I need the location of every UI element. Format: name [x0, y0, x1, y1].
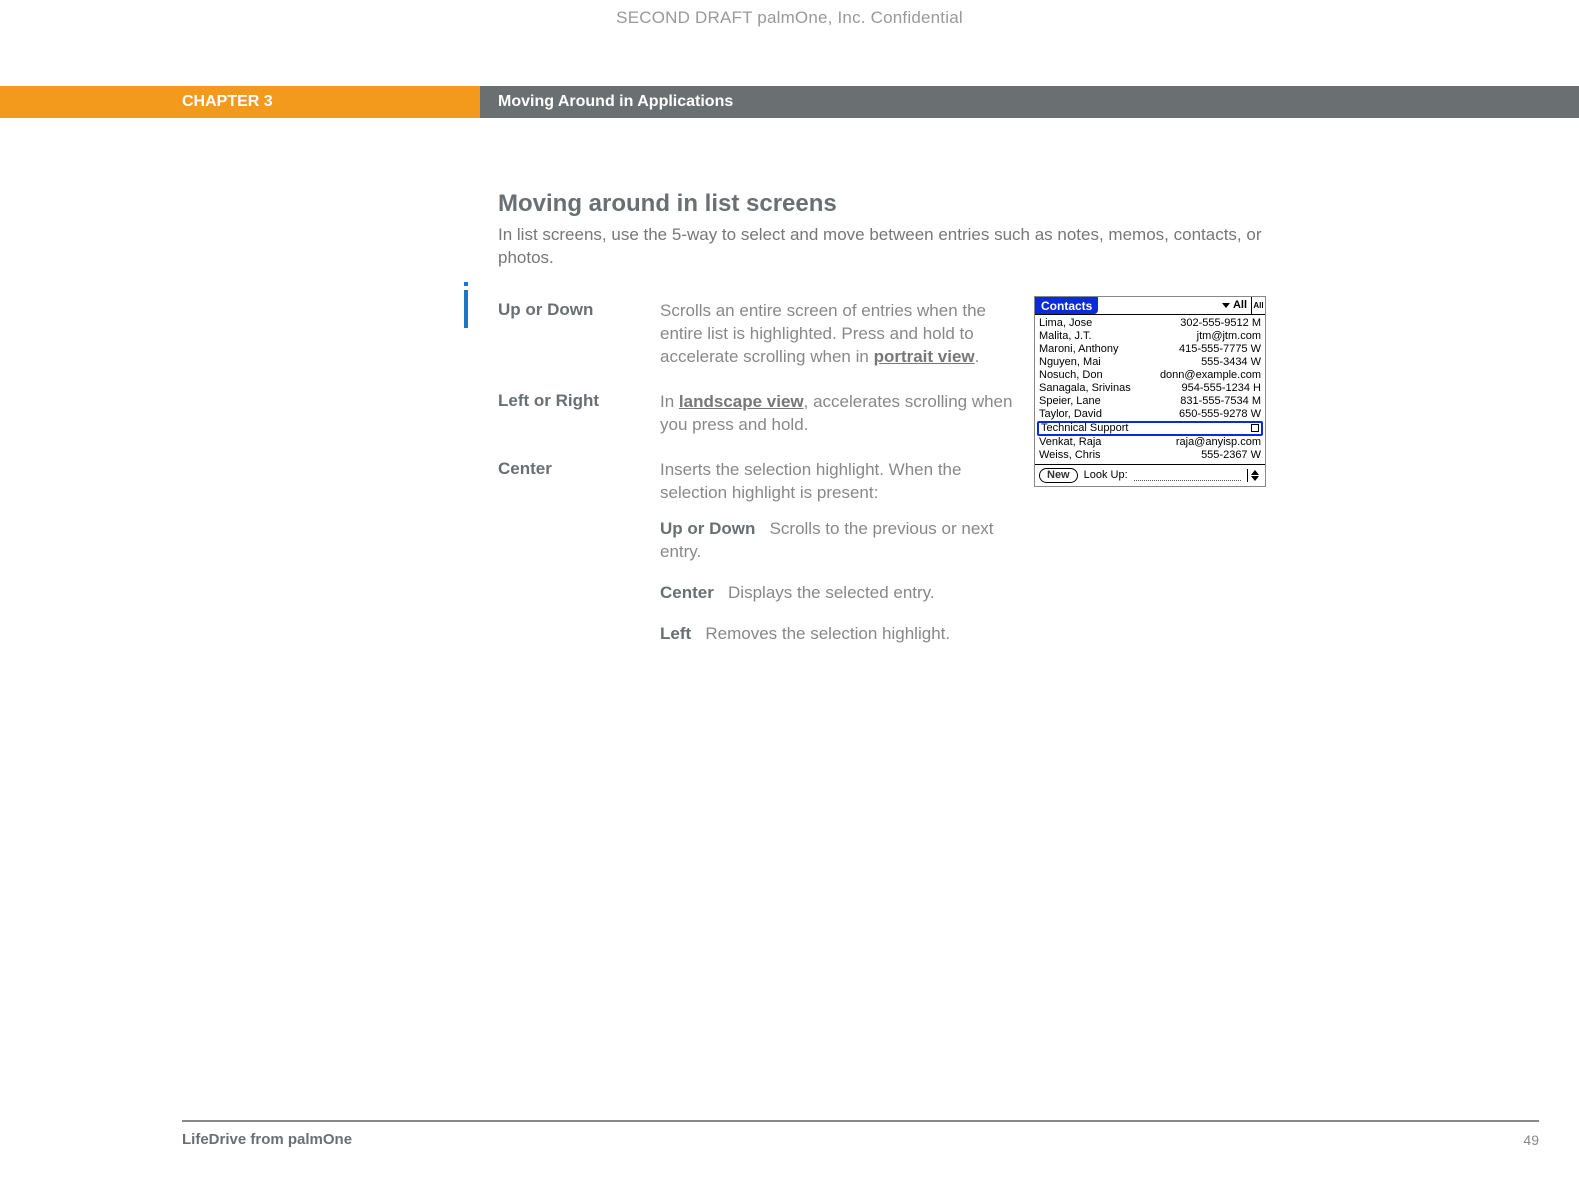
- contact-info: 650-555-9278 W: [1179, 409, 1261, 420]
- chapter-label: CHAPTER 3: [0, 86, 480, 118]
- sub-desc: Removes the selection highlight.: [705, 624, 950, 643]
- def-term: Left or Right: [498, 391, 660, 437]
- device-contact-row[interactable]: Technical Support: [1037, 421, 1263, 436]
- section-intro: In list screens, use the 5-way to select…: [498, 224, 1278, 270]
- def-text: In: [660, 392, 679, 411]
- chapter-bar: CHAPTER 3 Moving Around in Applications: [0, 86, 1579, 118]
- sub-item: Left Removes the selection highlight.: [660, 623, 1020, 646]
- sub-term: Left: [660, 624, 691, 643]
- device-contact-row[interactable]: Venkat, Raja raja@anyisp.com: [1039, 436, 1261, 449]
- footer-page-number: 49: [1523, 1132, 1539, 1148]
- contact-name: Maroni, Anthony: [1039, 344, 1119, 355]
- sub-item: Center Displays the selected entry.: [660, 582, 1020, 605]
- sub-term: Up or Down: [660, 519, 755, 538]
- device-contact-row[interactable]: Sanagala, Srivinas 954-555-1234 H: [1039, 382, 1261, 395]
- device-contact-row[interactable]: Malita, J.T. jtm@jtm.com: [1039, 330, 1261, 343]
- device-contact-row[interactable]: Nguyen, Mai 555-3434 W: [1039, 356, 1261, 369]
- contact-name: Malita, J.T.: [1039, 331, 1092, 342]
- margin-marker-icon: [464, 290, 468, 328]
- contact-name: Speier, Lane: [1039, 396, 1101, 407]
- device-contact-row[interactable]: Lima, Jose 302-555-9512 M: [1039, 317, 1261, 330]
- note-flag-icon: [1251, 424, 1259, 432]
- sort-down-icon: [1251, 476, 1259, 481]
- contact-info: donn@example.com: [1160, 370, 1261, 381]
- contact-name: Weiss, Chris: [1039, 450, 1101, 461]
- chapter-title: Moving Around in Applications: [480, 86, 1579, 118]
- contact-info: 954-555-1234 H: [1181, 383, 1261, 394]
- def-desc: In landscape view, accelerates scrolling…: [660, 391, 1020, 437]
- contacts-screenshot: Contacts All All Lima, Jose 302-555-9512 …: [1034, 296, 1266, 487]
- footer-rule: [182, 1120, 1539, 1122]
- contact-info: 302-555-9512 M: [1180, 318, 1261, 329]
- device-lookup-label: Look Up:: [1084, 470, 1128, 481]
- def-row: Center Inserts the selection highlight. …: [498, 459, 1278, 665]
- contact-name: Nguyen, Mai: [1039, 357, 1101, 368]
- device-contact-row[interactable]: Maroni, Anthony 415-555-7775 W: [1039, 343, 1261, 356]
- contact-name: Taylor, David: [1039, 409, 1102, 420]
- section-title: Moving around in list screens: [498, 190, 1278, 218]
- contact-info: [1249, 423, 1259, 434]
- dropdown-arrow-icon: [1222, 303, 1230, 308]
- device-contact-row[interactable]: Nosuch, Don donn@example.com: [1039, 369, 1261, 382]
- device-footer: New Look Up:: [1035, 464, 1265, 486]
- device-app-title: Contacts: [1035, 297, 1098, 314]
- def-text: .: [975, 347, 980, 366]
- contact-name: Nosuch, Don: [1039, 370, 1103, 381]
- contact-info: raja@anyisp.com: [1176, 437, 1261, 448]
- footer-product: LifeDrive from palmOne: [182, 1131, 352, 1148]
- device-category-picker[interactable]: All: [1218, 297, 1251, 314]
- contact-info: 831-555-7534 M: [1180, 396, 1261, 407]
- sub-term: Center: [660, 583, 714, 602]
- device-lookup-input[interactable]: [1134, 471, 1241, 481]
- contact-info: 415-555-7775 W: [1179, 344, 1261, 355]
- def-text: Inserts the selection highlight. When th…: [660, 460, 961, 502]
- contact-info: 555-3434 W: [1201, 357, 1261, 368]
- contact-info: jtm@jtm.com: [1197, 331, 1261, 342]
- landscape-view-link[interactable]: landscape view: [679, 392, 804, 411]
- def-desc: Inserts the selection highlight. When th…: [660, 459, 1020, 665]
- device-titlebar: Contacts All All: [1035, 297, 1265, 315]
- device-contact-row[interactable]: Speier, Lane 831-555-7534 M: [1039, 395, 1261, 408]
- contact-name: Technical Support: [1041, 423, 1128, 434]
- contact-name: Venkat, Raja: [1039, 437, 1101, 448]
- portrait-view-link[interactable]: portrait view: [874, 347, 975, 366]
- device-side-tab[interactable]: All: [1251, 297, 1265, 314]
- device-contact-list: Lima, Jose 302-555-9512 M Malita, J.T. jtm@…: [1035, 315, 1265, 464]
- sub-list: Up or Down Scrolls to the previous or ne…: [660, 518, 1020, 646]
- sort-up-icon: [1251, 470, 1259, 475]
- device-category-label: All: [1233, 300, 1247, 311]
- def-term: Center: [498, 459, 660, 665]
- sub-item: Up or Down Scrolls to the previous or ne…: [660, 518, 1020, 564]
- watermark-text: SECOND DRAFT palmOne, Inc. Confidential: [0, 8, 1579, 28]
- contact-name: Lima, Jose: [1039, 318, 1092, 329]
- def-desc: Scrolls an entire screen of entries when…: [660, 300, 1020, 369]
- contact-info: 555-2367 W: [1201, 450, 1261, 461]
- device-contact-row[interactable]: Weiss, Chris 555-2367 W: [1039, 449, 1261, 462]
- sub-desc: Displays the selected entry.: [728, 583, 935, 602]
- device-contact-row[interactable]: Taylor, David 650-555-9278 W: [1039, 408, 1261, 421]
- contact-name: Sanagala, Srivinas: [1039, 383, 1131, 394]
- device-sort-icon[interactable]: [1247, 469, 1261, 482]
- device-new-button[interactable]: New: [1039, 468, 1078, 483]
- def-term: Up or Down: [498, 300, 660, 369]
